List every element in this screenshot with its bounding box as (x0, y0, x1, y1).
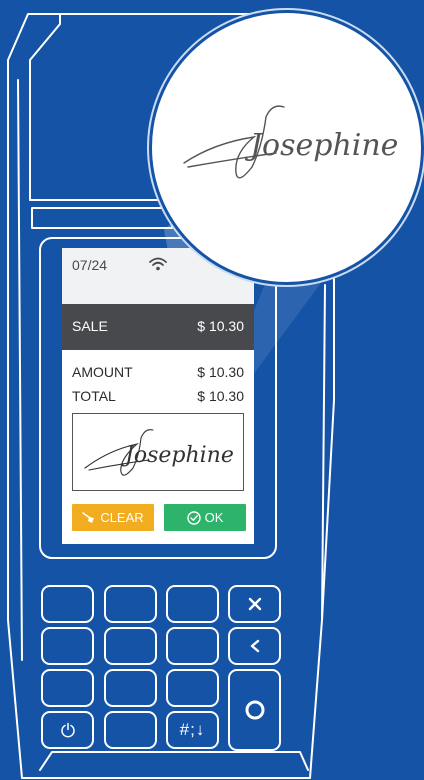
signature-pad[interactable]: Josephine (72, 413, 244, 491)
function-key-label: #;↓ (179, 720, 206, 739)
power-icon (60, 722, 75, 738)
keypad-key[interactable] (41, 627, 94, 665)
zoom-signature-text: Josephine (244, 128, 398, 163)
illustration: 07/24 1 SALE $ 10.30 AMOUNT $ 10.30 TOTA… (0, 0, 424, 780)
total-label: TOTAL (72, 388, 116, 404)
circle-icon (245, 700, 264, 720)
amount-label: AMOUNT (72, 364, 133, 380)
cancel-key[interactable] (228, 585, 281, 623)
terminal-screen: 07/24 1 SALE $ 10.30 AMOUNT $ 10.30 TOTA… (62, 248, 254, 544)
clear-button[interactable]: CLEAR (72, 504, 154, 531)
sale-header: SALE $ 10.30 (62, 304, 254, 350)
keypad-key[interactable] (104, 627, 157, 665)
close-icon (248, 597, 261, 611)
ok-label: OK (204, 510, 224, 525)
broom-icon (82, 511, 95, 523)
chevron-left-icon (250, 639, 259, 653)
amount-row: AMOUNT $ 10.30 (72, 364, 244, 380)
total-value: $ 10.30 (197, 388, 244, 404)
keypad-key[interactable] (41, 669, 94, 707)
status-date: 07/24 (72, 257, 108, 273)
enter-key[interactable] (228, 669, 281, 751)
signature-text: Josephine (121, 443, 234, 468)
keypad-key[interactable] (104, 711, 157, 749)
power-key[interactable] (41, 711, 94, 749)
zoom-signature-drawing: Josephine (183, 105, 398, 179)
amount-value: $ 10.30 (197, 364, 244, 380)
sale-label: SALE (72, 318, 108, 334)
check-circle-icon (186, 510, 201, 525)
back-key[interactable] (228, 627, 281, 665)
keypad-key[interactable] (41, 585, 94, 623)
clear-label: CLEAR (100, 510, 144, 525)
keypad-key[interactable] (166, 585, 219, 623)
keypad-key[interactable] (166, 627, 219, 665)
signature-drawing: Josephine (84, 429, 234, 476)
ok-button[interactable]: OK (164, 504, 246, 531)
sale-value: $ 10.30 (197, 318, 244, 334)
keypad-key[interactable] (104, 585, 157, 623)
keypad-key[interactable] (166, 669, 219, 707)
function-key[interactable]: #;↓ (166, 711, 219, 749)
keypad-key[interactable] (104, 669, 157, 707)
total-row: TOTAL $ 10.30 (72, 388, 244, 404)
wifi-icon (149, 257, 167, 271)
signature-zoom-bubble: Josephine (149, 10, 424, 285)
